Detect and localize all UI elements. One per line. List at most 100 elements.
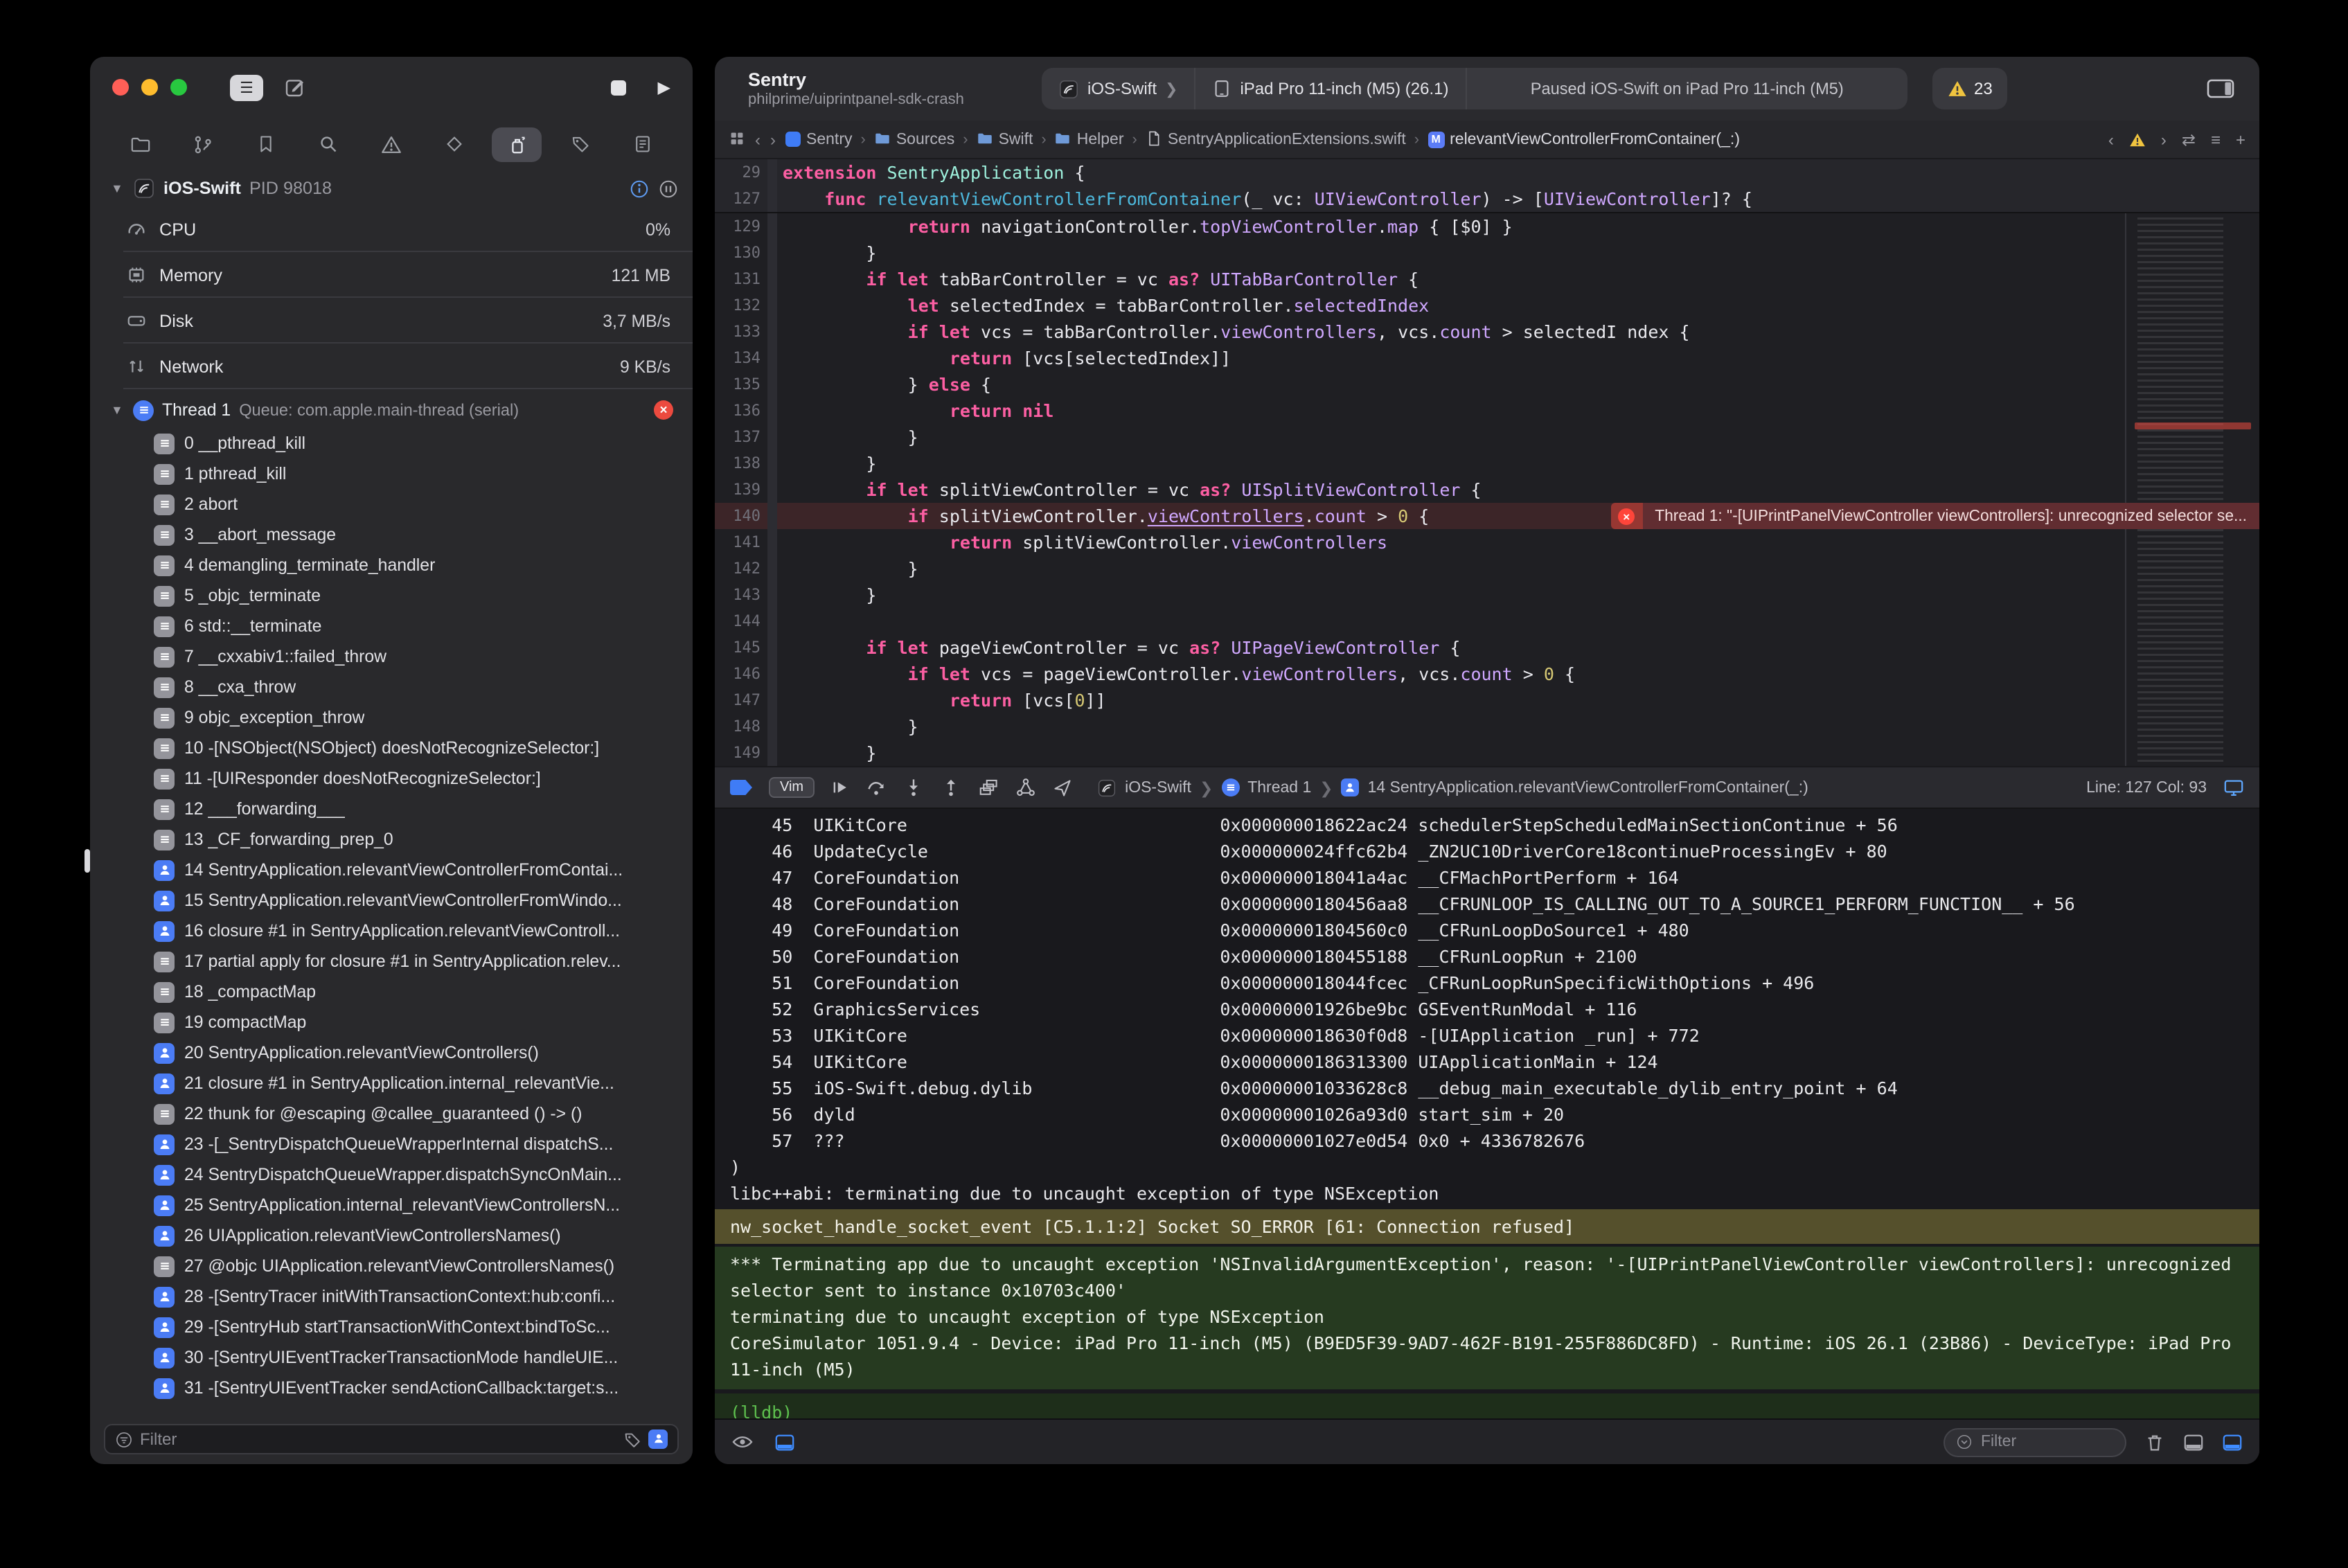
stack-frame-row[interactable]: 23 -[_SentryDispatchQueueWrapperInternal… [154, 1129, 693, 1159]
code-line-135[interactable]: 135 } else { [715, 371, 2259, 398]
line-number[interactable]: 134 [715, 345, 767, 371]
run-button[interactable]: ▶ [658, 78, 670, 97]
stack-frame-row[interactable]: 12 ___forwarding___ [154, 794, 693, 824]
stack-frame-row[interactable]: 3 __abort_message [154, 519, 693, 550]
forward-icon[interactable]: › [770, 130, 776, 149]
disclosure-triangle[interactable]: ▼ [111, 403, 125, 417]
process-row[interactable]: ▼ iOS-Swift PID 98018 [90, 170, 693, 206]
line-number[interactable]: 132 [715, 292, 767, 319]
stack-frame-row[interactable]: 1 pthread_kill [154, 458, 693, 489]
previous-issue-icon[interactable]: ‹ [2108, 130, 2114, 149]
line-number[interactable]: 127 [715, 186, 767, 212]
stack-frame-row[interactable]: 31 -[SentryUIEventTracker sendActionCall… [154, 1373, 693, 1403]
line-number[interactable]: 140 [715, 503, 767, 529]
line-number[interactable]: 130 [715, 240, 767, 266]
error-annotation[interactable]: × Thread 1: "-[UIPrintPanelViewControlle… [1610, 503, 2259, 529]
project-navigator-tab[interactable] [115, 127, 165, 161]
stack-frame-row[interactable]: 16 closure #1 in SentryApplication.relev… [154, 916, 693, 946]
stack-frame-row[interactable]: 0 __pthread_kill [154, 428, 693, 458]
stack-frame-row[interactable]: 19 compactMap [154, 1007, 693, 1037]
console-toggle-icon[interactable] [2222, 1432, 2243, 1452]
code-line-146[interactable]: 146 if let vcs = pageViewController.view… [715, 661, 2259, 687]
swap-editor-icon[interactable]: ⇄ [2182, 130, 2196, 149]
clear-console-icon[interactable] [2144, 1432, 2165, 1452]
flag-filter-icon[interactable] [623, 1429, 641, 1450]
breadcrumb-item[interactable]: Swift [977, 131, 1033, 148]
adjust-editor-icon[interactable]: ≡ [2211, 130, 2221, 149]
line-number[interactable]: 145 [715, 634, 767, 661]
stack-frame-row[interactable]: 2 abort [154, 489, 693, 519]
source-control-tab[interactable] [178, 127, 228, 161]
code-line-145[interactable]: 145 if let pageViewController = vc as? U… [715, 634, 2259, 661]
line-number[interactable]: 142 [715, 555, 767, 582]
stack-frame-row[interactable]: 8 __cxa_throw [154, 672, 693, 702]
stack-frame-row[interactable]: 26 UIApplication.relevantViewControllers… [154, 1220, 693, 1251]
vim-mode-badge[interactable]: Vim [769, 777, 815, 798]
line-number[interactable]: 139 [715, 476, 767, 503]
view-hierarchy-icon[interactable] [978, 777, 999, 798]
step-out-icon[interactable] [941, 777, 961, 798]
stack-frame-row[interactable]: 28 -[SentryTracer initWithTransactionCon… [154, 1281, 693, 1312]
line-number[interactable]: 129 [715, 213, 767, 240]
line-number[interactable]: 136 [715, 398, 767, 424]
code-line-127[interactable]: 127 func relevantViewControllerFromConta… [715, 186, 2259, 212]
issues-tab[interactable] [366, 127, 416, 161]
stack-frame-row[interactable]: 29 -[SentryHub startTransactionWithConte… [154, 1312, 693, 1342]
line-number[interactable]: 146 [715, 661, 767, 687]
stop-button[interactable] [611, 80, 626, 95]
line-number[interactable]: 138 [715, 450, 767, 476]
source-editor[interactable]: 29extension SentryApplication {127 func … [715, 159, 2259, 766]
debug-crumb-thread[interactable]: Thread 1 [1247, 779, 1311, 796]
line-number[interactable]: 133 [715, 319, 767, 345]
breakpoints-tab[interactable] [555, 127, 605, 161]
stack-frame-row[interactable]: 18 _compactMap [154, 977, 693, 1007]
stack-frame-row[interactable]: 6 std::__terminate [154, 611, 693, 641]
debug-console[interactable]: 45 UIKitCore 0x000000018622ac24 schedule… [715, 809, 2259, 1418]
code-line-143[interactable]: 143 } [715, 582, 2259, 608]
compose-icon[interactable] [284, 75, 306, 100]
gauge-row-disk[interactable]: Disk3,7 MB/s [90, 298, 693, 344]
stack-frame-row[interactable]: 10 -[NSObject(NSObject) doesNotRecognize… [154, 733, 693, 763]
code-line-133[interactable]: 133 if let vcs = tabBarController.viewCo… [715, 319, 2259, 345]
lldb-prompt[interactable]: (lldb) [715, 1393, 2259, 1418]
line-number[interactable]: 144 [715, 608, 767, 634]
stack-frame-row[interactable]: 22 thunk for @escaping @callee_guarantee… [154, 1098, 693, 1129]
bookmarks-tab[interactable] [241, 127, 291, 161]
screen-icon[interactable] [2223, 777, 2244, 798]
code-line-148[interactable]: 148 } [715, 713, 2259, 740]
code-line-144[interactable]: 144 [715, 608, 2259, 634]
memory-graph-icon[interactable] [1015, 777, 1036, 798]
debug-crumb-scheme[interactable]: iOS-Swift [1125, 779, 1191, 796]
reports-tab[interactable] [618, 127, 668, 161]
next-issue-icon[interactable]: › [2161, 130, 2167, 149]
code-line-147[interactable]: 147 return [vcs[0]] [715, 687, 2259, 713]
line-number[interactable]: 143 [715, 582, 767, 608]
stack-frame-row[interactable]: 14 SentryApplication.relevantViewControl… [154, 855, 693, 885]
info-icon[interactable] [629, 178, 650, 199]
back-icon[interactable]: ‹ [755, 130, 761, 149]
simulate-location-icon[interactable] [1053, 778, 1072, 797]
stack-frame-row[interactable]: 11 -[UIResponder doesNotRecognizeSelecto… [154, 763, 693, 794]
pause-process-icon[interactable] [658, 178, 679, 199]
code-line-29[interactable]: 29extension SentryApplication { [715, 159, 2259, 186]
step-over-icon[interactable] [866, 777, 887, 798]
run-destination-selector[interactable]: iPad Pro 11-inch (M5) (26.1) [1194, 68, 1465, 109]
stack-frame-row[interactable]: 4 demangling_terminate_handler [154, 550, 693, 580]
code-line-139[interactable]: 139 if let splitViewController = vc as? … [715, 476, 2259, 503]
stack-frame-row[interactable]: 9 objc_exception_throw [154, 702, 693, 733]
stack-frame-row[interactable]: 20 SentryApplication.relevantViewControl… [154, 1037, 693, 1068]
stack-frame-row[interactable]: 13 _CF_forwarding_prep_0 [154, 824, 693, 855]
code-line-132[interactable]: 132 let selectedIndex = tabBarController… [715, 292, 2259, 319]
tests-tab[interactable] [429, 127, 479, 161]
stack-frame-row[interactable]: 17 partial apply for closure #1 in Sentr… [154, 946, 693, 977]
code-line-131[interactable]: 131 if let tabBarController = vc as? UIT… [715, 266, 2259, 292]
step-into-icon[interactable] [903, 777, 924, 798]
breadcrumb-item[interactable]: MrelevantViewControllerFromContainer(_:) [1428, 131, 1740, 148]
debug-navigator-tab[interactable] [492, 127, 542, 161]
line-number[interactable]: 148 [715, 713, 767, 740]
breadcrumb-item[interactable]: Sentry [785, 131, 853, 148]
breadcrumb-item[interactable]: Helper [1055, 131, 1124, 148]
code-line-134[interactable]: 134 return [vcs[selectedIndex]] [715, 345, 2259, 371]
code-line-137[interactable]: 137 } [715, 424, 2259, 450]
variables-view-toggle-icon[interactable] [2183, 1432, 2204, 1452]
